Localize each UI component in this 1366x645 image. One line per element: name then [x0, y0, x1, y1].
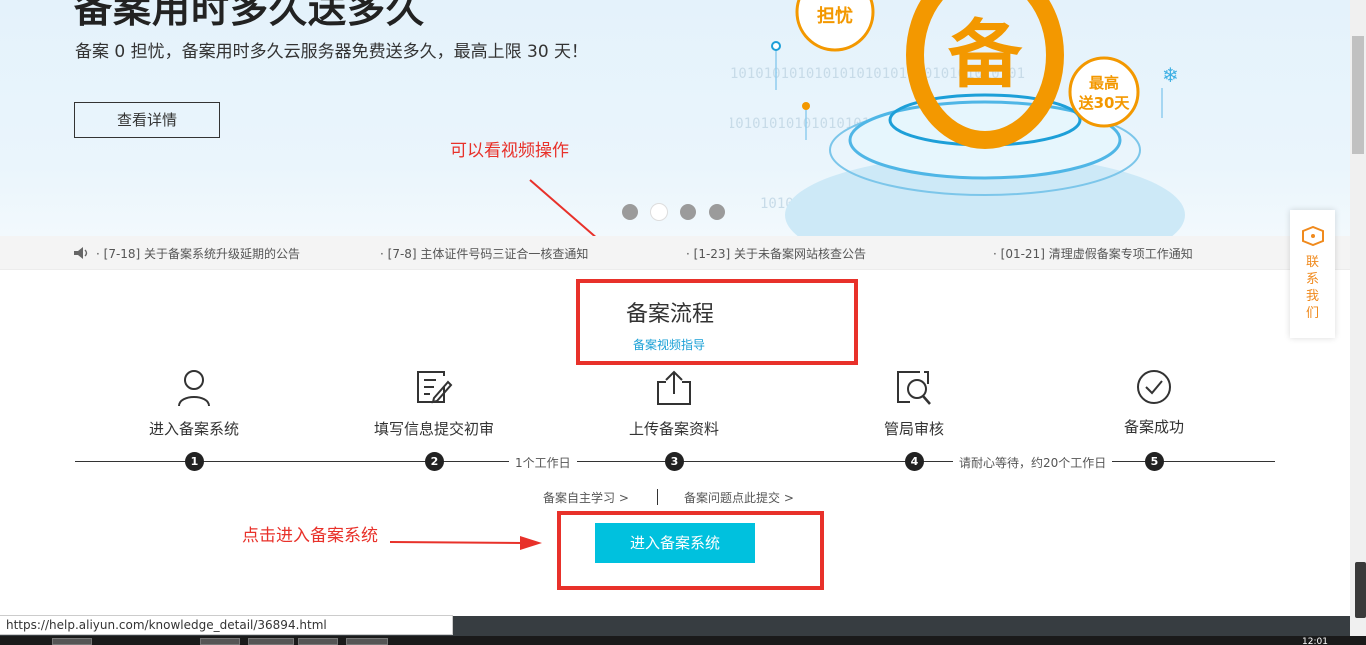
submit-issue-link[interactable]: 备案问题点此提交 >	[684, 489, 794, 506]
badge-max-line1: 最高	[1089, 74, 1119, 92]
step-label: 进入备案系统	[148, 420, 239, 438]
step-5: 备案成功	[1074, 368, 1234, 437]
annotation-arrow-right	[389, 536, 542, 550]
check-circle-icon	[1137, 370, 1171, 404]
annotation-box-title	[576, 279, 858, 365]
carousel-dot-4[interactable]	[709, 204, 725, 220]
self-study-link[interactable]: 备案自主学习 >	[543, 489, 629, 506]
step-3: 上传备案资料	[594, 368, 754, 439]
step-number-4: 4	[905, 452, 924, 471]
svg-text:❄: ❄	[1162, 63, 1179, 87]
scrollbar-thumb[interactable]	[1352, 36, 1364, 154]
step-label: 填写信息提交初审	[373, 420, 494, 438]
speaker-icon	[74, 247, 88, 259]
step-label: 上传备案资料	[628, 420, 719, 438]
step-number-3: 3	[665, 452, 684, 471]
banner-illustration: 10101010101010101010101010101010101 1010…	[730, 0, 1185, 236]
time-note-2: 请耐心等待，约20个工作日	[953, 454, 1113, 471]
view-details-button[interactable]: 查看详情	[74, 102, 220, 138]
notice-bar: · [7-18] 关于备案系统升级延期的公告 · [7-8] 主体证件号码三证合…	[0, 236, 1350, 270]
annotation-video-hint: 可以看视频操作	[450, 141, 569, 161]
enter-filing-system-button[interactable]: 进入备案系统	[595, 523, 755, 563]
step-number-1: 1	[185, 452, 204, 471]
step-label: 备案成功	[1123, 418, 1184, 436]
taskbar-clock: 12:01	[1302, 637, 1328, 645]
step-number-2: 2	[425, 452, 444, 471]
taskbar-item[interactable]	[298, 638, 338, 645]
taskbar-item[interactable]	[346, 638, 388, 645]
step-1: 进入备案系统	[114, 368, 274, 439]
badge-big-char: 备	[948, 12, 1023, 98]
status-bar-url: https://help.aliyun.com/knowledge_detail…	[0, 615, 453, 635]
carousel-dots	[622, 204, 725, 220]
taskbar-item[interactable]	[200, 638, 240, 645]
taskbar-item[interactable]	[52, 638, 92, 645]
carousel-dot-2[interactable]	[651, 204, 667, 220]
step-number-5: 5	[1145, 452, 1164, 471]
step-label: 管局审核	[883, 420, 944, 438]
user-icon	[178, 370, 210, 407]
video-guide-link[interactable]: 备案视频指导	[633, 336, 705, 353]
search-review-icon	[897, 371, 931, 405]
annotation-enter-hint: 点击进入备案系统	[242, 526, 378, 546]
notice-item[interactable]: · [7-8] 主体证件号码三证合一核查通知	[380, 245, 588, 262]
contact-us-label: 联系我们	[1305, 255, 1319, 321]
contact-us-float[interactable]: 联系我们	[1290, 210, 1335, 338]
banner-title: 备案用时多久送多久	[74, 0, 426, 31]
notice-item[interactable]: · [1-23] 关于未备案网站核查公告	[686, 245, 866, 262]
step-2: 填写信息提交初审	[354, 368, 514, 439]
badge-max-line2: 送30天	[1078, 94, 1131, 112]
step-4: 管局审核	[834, 368, 994, 439]
notice-item[interactable]: · [01-21] 清理虚假备案专项工作通知	[993, 245, 1193, 262]
carousel-dot-3[interactable]	[680, 204, 696, 220]
chat-icon	[1301, 225, 1324, 247]
scroll-up-arrow[interactable]	[1350, 0, 1366, 16]
banner-subtitle: 备案 0 担忧，备案用时多久云服务器免费送多久，最高上限 30 天！	[75, 42, 589, 62]
notice-item[interactable]: · [7-18] 关于备案系统升级延期的公告	[96, 245, 300, 262]
taskbar-item[interactable]	[248, 638, 294, 645]
edit-form-icon	[417, 371, 453, 404]
hero-banner: 备案用时多久送多久 备案 0 担忧，备案用时多久云服务器免费送多久，最高上限 3…	[0, 0, 1350, 236]
side-widget	[1355, 562, 1366, 618]
time-note-1: 1个工作日	[509, 454, 577, 471]
badge-worry: 担忧	[817, 5, 853, 27]
link-separator	[657, 489, 658, 505]
upload-icon	[657, 370, 691, 405]
process-title: 备案流程	[626, 302, 715, 327]
